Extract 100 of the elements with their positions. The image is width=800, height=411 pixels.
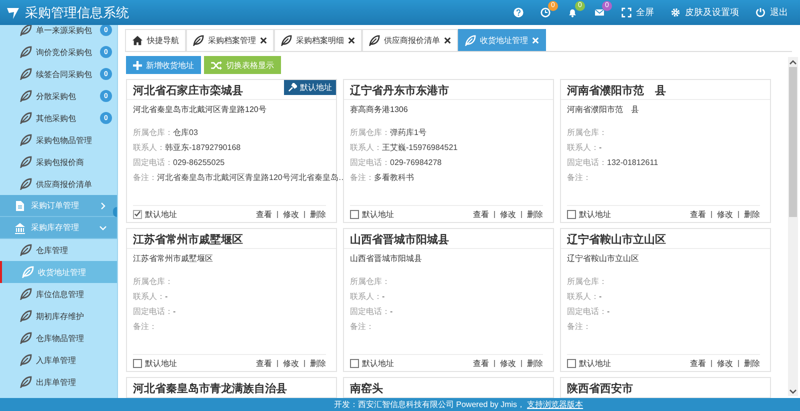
header-gear-button[interactable]: 皮肤及设置项 <box>664 2 745 22</box>
default-address-checkbox[interactable]: 默认地址 <box>567 358 611 368</box>
address-text: 赛高商务港1306 <box>350 104 409 115</box>
edit-link[interactable]: 修改 <box>717 208 733 220</box>
field-label: 所属仓库： <box>133 276 173 287</box>
field-label: 固定电话： <box>133 306 173 317</box>
field-label: 联系人： <box>350 291 382 302</box>
field-value: 王艾巍-15976984521 <box>382 142 458 153</box>
card-title: 陕西省西安市 <box>566 382 633 396</box>
header-power-button[interactable]: 退出 <box>749 2 794 22</box>
default-address-checkbox[interactable]: 默认地址 <box>350 208 394 220</box>
edit-link[interactable]: 修改 <box>500 208 516 220</box>
clock-icon <box>540 7 551 18</box>
field-label: 联系人： <box>133 291 165 302</box>
sidebar-item[interactable]: 库位信息管理 <box>0 283 117 305</box>
field-label: 联系人： <box>350 142 382 153</box>
leaf-icon <box>20 288 32 300</box>
field-label: 联系人： <box>567 291 599 302</box>
leaf-icon <box>20 354 32 366</box>
view-link[interactable]: 查看 <box>473 208 489 220</box>
close-icon[interactable] <box>260 37 267 44</box>
delete-link[interactable]: 删除 <box>527 358 543 368</box>
leaf-icon <box>22 266 34 278</box>
field-label: 备注： <box>133 321 157 332</box>
default-address-checkbox[interactable]: 默认地址 <box>133 358 177 368</box>
field-label: 固定电话： <box>567 157 607 168</box>
field-label: 固定电话： <box>133 157 173 168</box>
chevron-icon <box>99 224 107 232</box>
field-label: 固定电话： <box>567 306 607 317</box>
sidebar-item[interactable]: 采购包报价商 <box>0 151 117 173</box>
field-label: 所属仓库： <box>567 276 607 287</box>
field-label: 固定电话： <box>350 306 390 317</box>
view-link[interactable]: 查看 <box>256 358 272 368</box>
leaf-icon <box>20 376 32 388</box>
view-link[interactable]: 查看 <box>473 358 489 368</box>
delete-link[interactable]: 删除 <box>527 208 543 220</box>
leaf-icon <box>20 156 32 168</box>
default-address-checkbox[interactable]: 默认地址 <box>133 208 177 220</box>
field-value: - <box>607 307 610 316</box>
sidebar-item[interactable]: 供应商报价清单 <box>0 173 117 195</box>
chevron-icon <box>99 202 107 210</box>
field-label: 固定电话： <box>350 157 390 168</box>
home-icon <box>132 35 143 46</box>
leaf-icon <box>20 46 32 58</box>
edit-link[interactable]: 修改 <box>500 358 516 368</box>
card-title: 河北省秦皇岛市青龙满族自治县 <box>132 382 287 396</box>
field-value: 弹药库1号 <box>390 127 426 138</box>
header-fullscreen-button[interactable]: 全屏 <box>615 2 660 22</box>
field-label: 备注： <box>350 172 374 183</box>
default-address-checkbox[interactable]: 默认地址 <box>567 208 611 220</box>
edit-link[interactable]: 修改 <box>283 208 299 220</box>
field-value: - <box>173 307 176 316</box>
leaf-icon <box>20 112 32 124</box>
scrollbar[interactable] <box>788 57 798 396</box>
leaf-icon <box>20 90 32 102</box>
shuffle-icon <box>211 60 222 70</box>
field-value: 韩亚东-18792790168 <box>165 142 241 153</box>
sidebar-item[interactable]: 仓库物品管理 <box>0 327 117 349</box>
field-value: - <box>390 307 393 316</box>
plus-icon <box>133 60 142 70</box>
delete-link[interactable]: 删除 <box>310 208 326 220</box>
field-value: 029-76984278 <box>390 158 442 167</box>
sidebar-item[interactable]: 出库单管理 <box>0 371 117 393</box>
sidebar-item[interactable]: 入库单管理 <box>0 349 117 371</box>
tab[interactable]: 供应商报价清单 <box>362 29 458 51</box>
field-value: 仓库03 <box>173 127 198 138</box>
edit-link[interactable]: 修改 <box>283 358 299 368</box>
view-link[interactable]: 查看 <box>256 208 272 220</box>
bell-icon <box>567 7 578 18</box>
check-icon <box>134 210 141 218</box>
leaf-icon <box>20 134 32 146</box>
browser-support-link[interactable]: 支持浏览器版本 <box>527 399 584 410</box>
card-title: 江苏省常州市戚墅堰区 <box>132 232 243 247</box>
power-icon <box>755 7 766 18</box>
delete-link[interactable]: 删除 <box>310 358 326 368</box>
delete-link[interactable]: 删除 <box>744 358 760 368</box>
view-link[interactable]: 查看 <box>690 208 706 220</box>
leaf-icon <box>193 35 204 46</box>
view-link[interactable]: 查看 <box>690 358 706 368</box>
tab[interactable]: 采购档案明细 <box>274 29 362 51</box>
delete-link[interactable]: 删除 <box>744 208 760 220</box>
settings-icon <box>670 7 681 18</box>
close-icon[interactable] <box>348 37 355 44</box>
leaf-icon <box>281 35 292 46</box>
address-text: 河南省濮阳市范 县 <box>567 104 640 115</box>
app-title: 采购管理信息系统 <box>25 4 129 22</box>
tab[interactable]: 采购档案管理 <box>186 29 274 51</box>
edit-link[interactable]: 修改 <box>717 358 733 368</box>
default-address-checkbox[interactable]: 默认地址 <box>350 358 394 368</box>
close-icon[interactable] <box>444 37 451 44</box>
address-text: 江苏省常州市戚墅堰区 <box>133 253 214 264</box>
scroll-thumb[interactable] <box>789 67 797 217</box>
leaf-icon <box>369 35 380 46</box>
card-title: 河南省濮阳市范 县 <box>566 84 666 98</box>
field-value: 029-86255025 <box>173 158 225 167</box>
help-icon <box>513 7 524 18</box>
sidebar-item[interactable]: 采购包物品管理 <box>0 129 117 151</box>
sidebar-item[interactable]: 仓库管理 <box>0 239 117 261</box>
tab[interactable]: 快捷导航 <box>125 29 186 51</box>
sidebar-item[interactable]: 期初库存维护 <box>0 305 117 327</box>
